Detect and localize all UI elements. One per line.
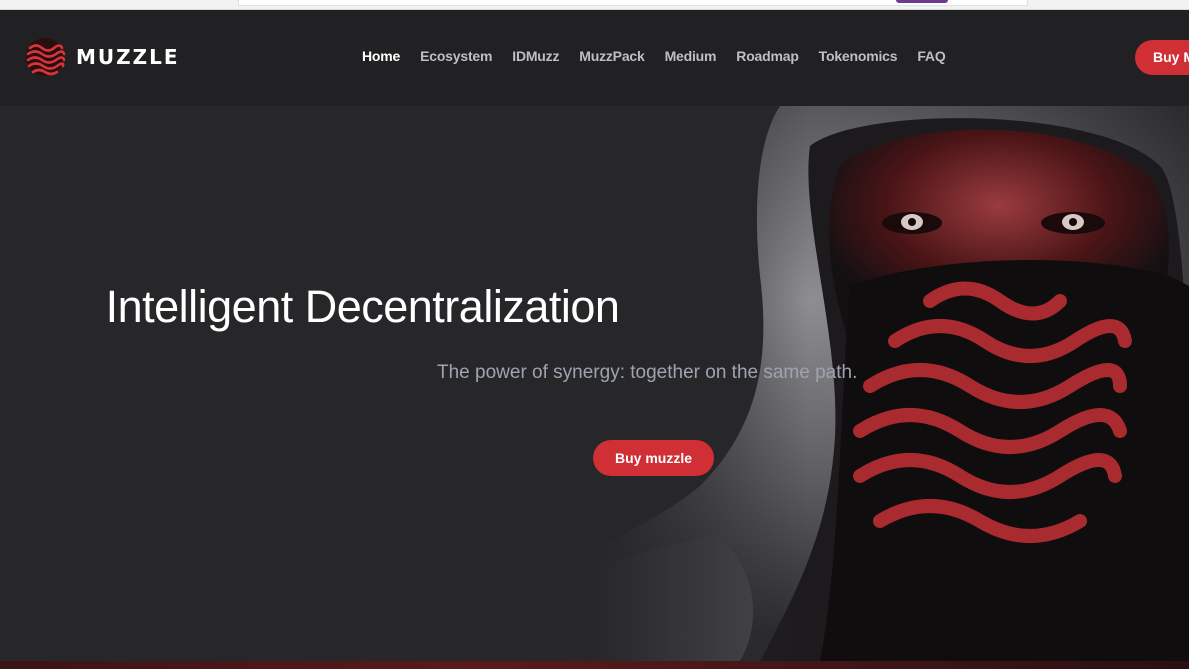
muzzle-wave-logo-icon	[26, 38, 66, 76]
nav-item-muzzpack[interactable]: MuzzPack	[579, 48, 645, 64]
hero-subtitle: The power of synergy: together on the sa…	[437, 362, 858, 383]
nav-item-roadmap[interactable]: Roadmap	[736, 48, 799, 64]
buy-muzzle-header-button[interactable]: Buy M	[1135, 40, 1189, 75]
bottom-edge-band	[0, 661, 1189, 669]
brand-logo[interactable]: MUZZLE	[24, 36, 180, 78]
nav-item-tokenomics[interactable]: Tokenomics	[819, 48, 898, 64]
main-nav: Home Ecosystem IDMuzz MuzzPack Medium Ro…	[362, 48, 946, 64]
buy-muzzle-button[interactable]: Buy muzzle	[593, 440, 714, 476]
hero-title: Intelligent Decentralization	[105, 281, 620, 332]
nav-item-home[interactable]: Home	[362, 48, 400, 64]
brand-name: MUZZLE	[76, 45, 180, 69]
top-navbar: MUZZLE Home Ecosystem IDMuzz MuzzPack Me…	[0, 10, 1189, 106]
nav-item-ecosystem[interactable]: Ecosystem	[420, 48, 492, 64]
hero-section: Intelligent Decentralization The power o…	[0, 106, 1189, 661]
nav-item-idmuzz[interactable]: IDMuzz	[512, 48, 559, 64]
browser-top-strip	[0, 0, 1189, 10]
nav-item-faq[interactable]: FAQ	[917, 48, 945, 64]
browser-tab-accent	[896, 0, 948, 3]
nav-item-medium[interactable]: Medium	[665, 48, 717, 64]
